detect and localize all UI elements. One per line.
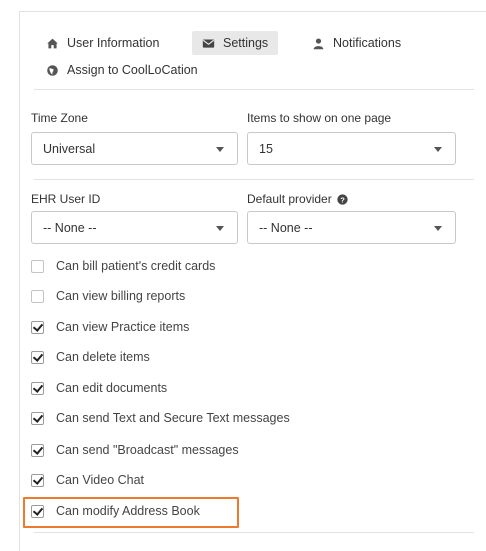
chevron-down-icon <box>216 226 224 231</box>
time-zone-select[interactable]: Universal <box>31 132 238 165</box>
permission-label: Can Video Chat <box>56 473 145 487</box>
checkbox-checked[interactable] <box>31 443 44 457</box>
items-per-page-label: Items to show on one page <box>247 111 392 125</box>
default-provider-select[interactable]: -- None -- <box>247 211 456 244</box>
tab-label: Settings <box>223 36 269 50</box>
highlight-box <box>23 497 239 528</box>
ehr-user-id-label: EHR User ID <box>31 192 101 206</box>
checkbox-checked[interactable] <box>31 381 44 395</box>
permission-label: Can send "Broadcast" messages <box>56 443 239 457</box>
divider <box>34 532 474 533</box>
permission-label: Can view Practice items <box>56 320 190 334</box>
permission-send-broadcast[interactable]: Can send "Broadcast" messages <box>31 440 239 460</box>
tab-notifications[interactable]: Notifications <box>312 31 401 55</box>
checkbox-checked[interactable] <box>31 320 44 334</box>
chevron-down-icon <box>216 147 224 152</box>
checkbox-checked[interactable] <box>31 411 44 425</box>
tab-label: Assign to CoolLoCation <box>67 63 198 77</box>
svg-text:?: ? <box>340 195 345 204</box>
ehr-user-id-value: -- None -- <box>43 220 97 235</box>
default-provider-value: -- None -- <box>259 220 313 235</box>
checkbox[interactable] <box>31 289 44 303</box>
globe-icon <box>47 64 58 76</box>
tab-settings[interactable]: Settings <box>192 31 279 55</box>
chevron-down-icon <box>434 226 442 231</box>
checkbox-checked[interactable] <box>31 473 44 487</box>
user-settings-panel: User Information Settings Notifications … <box>19 11 486 551</box>
permission-label: Can delete items <box>56 350 150 364</box>
permission-label: Can view billing reports <box>56 289 186 303</box>
home-icon <box>47 38 58 48</box>
tab-assign-location[interactable]: Assign to CoolLoCation <box>46 58 198 82</box>
checkbox[interactable] <box>31 259 44 273</box>
tab-user-information[interactable]: User Information <box>46 31 159 55</box>
tab-label: User Information <box>67 36 160 50</box>
time-zone-label: Time Zone <box>31 111 88 125</box>
divider <box>34 179 474 180</box>
chevron-down-icon <box>434 147 442 152</box>
permission-label: Can edit documents <box>56 381 168 395</box>
default-provider-text: Default provider <box>247 192 332 206</box>
permission-label: Can send Text and Secure Text messages <box>56 411 290 425</box>
user-icon <box>313 37 324 49</box>
tab-label: Notifications <box>333 36 402 50</box>
checkbox-checked[interactable] <box>31 350 44 364</box>
permission-view-billing-reports[interactable]: Can view billing reports <box>31 286 185 306</box>
items-per-page-select[interactable]: 15 <box>247 132 456 165</box>
permission-video-chat[interactable]: Can Video Chat <box>31 470 144 490</box>
question-circle-icon[interactable]: ? <box>337 193 348 205</box>
ehr-user-id-select[interactable]: -- None -- <box>31 211 238 244</box>
default-provider-label: Default provider ? <box>247 192 348 206</box>
permission-view-practice-items[interactable]: Can view Practice items <box>31 317 189 337</box>
time-zone-value: Universal <box>43 141 96 156</box>
permission-label: Can bill patient's credit cards <box>56 259 216 273</box>
permission-delete-items[interactable]: Can delete items <box>31 347 150 367</box>
envelope-icon <box>202 38 215 48</box>
permission-edit-documents[interactable]: Can edit documents <box>31 378 167 398</box>
permission-bill-credit-cards[interactable]: Can bill patient's credit cards <box>31 256 215 276</box>
permission-send-text-messages[interactable]: Can send Text and Secure Text messages <box>31 408 290 428</box>
divider <box>34 89 474 90</box>
items-per-page-value: 15 <box>259 141 273 156</box>
